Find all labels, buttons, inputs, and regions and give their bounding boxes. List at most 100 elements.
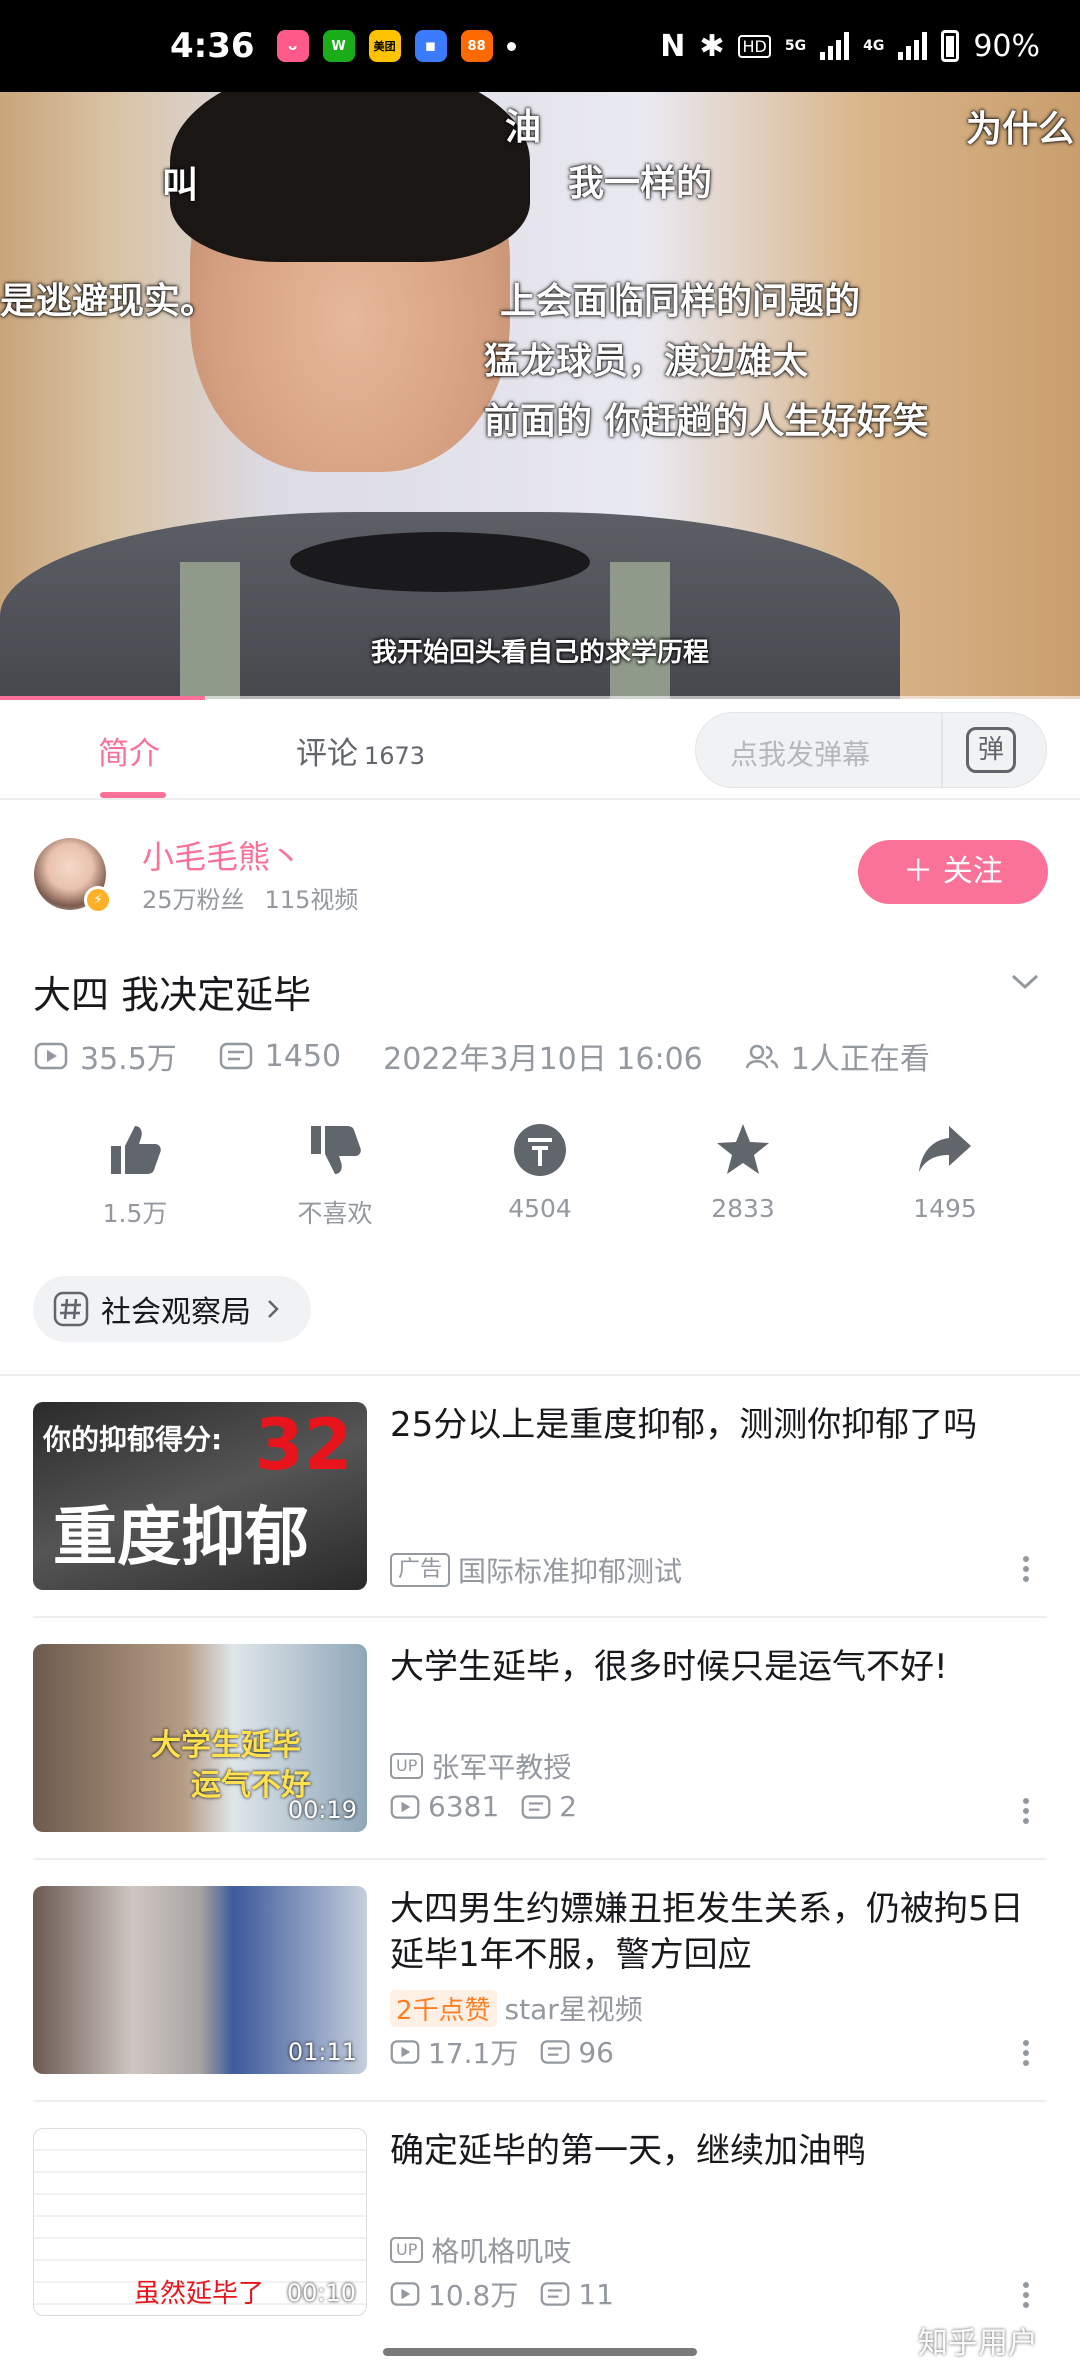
danmaku-text: 上会面临同样的问题的 (500, 281, 861, 322)
danmaku-input-divider (941, 713, 943, 789)
notification-dot-icon (506, 41, 516, 51)
follow-button[interactable]: ＋ 关注 (858, 840, 1048, 904)
dislike-button[interactable]: 不喜欢 (260, 1120, 410, 1230)
share-arrow-icon (919, 1126, 971, 1172)
view-count: 35.5万 (80, 1042, 177, 1077)
danmaku-toggle-icon[interactable]: 弹 (966, 727, 1016, 773)
related-title: 确定延毕的第一天，继续加油鸭 (390, 2131, 866, 2171)
video-frame-strap (180, 562, 240, 699)
signal-icon (820, 32, 850, 60)
play-count-icon (34, 1042, 68, 1070)
thumbnail-text: 大学生延毕 (151, 1728, 301, 1763)
tab-intro[interactable]: 简介 (98, 728, 160, 773)
danmaku-count-icon (541, 2040, 570, 2064)
up-badge: UP (390, 2237, 424, 2263)
related-danmaku: 96 (578, 2035, 614, 2069)
video-frame-strap (610, 562, 670, 699)
tab-comments[interactable]: 评论 1673 (296, 728, 425, 773)
wechat-icon: W (322, 30, 355, 62)
related-title: 大学生延毕，很多时候只是运气不好! (390, 1647, 948, 1687)
related-title: 大四男生约嫖嫌丑拒发生关系，仍被拘5日延毕1年不服，警方回应 (390, 1889, 1024, 1975)
video-title: 大四 我决定延毕 (33, 973, 312, 1017)
video-meta: 35.5万 1450 2022年3月10日 16:06 1人正在看 (34, 1034, 930, 1078)
up-badge: UP (390, 1753, 424, 1779)
topic-tag[interactable]: 社会观察局 (33, 1276, 311, 1342)
danmaku-count: 1450 (264, 1038, 342, 1074)
watching-count: 1人正在看 (790, 1042, 930, 1077)
video-duration: 00:19 (287, 1796, 357, 1824)
favorite-button[interactable]: 2833 (668, 1120, 818, 1223)
publish-date: 2022年3月10日 16:06 (383, 1042, 703, 1077)
danmaku-input[interactable]: 点我发弹幕 弹 (695, 712, 1047, 789)
danmaku-count-icon (521, 1794, 551, 1819)
thumbnail: 你的抑郁得分: 32 重度抑郁 (33, 1402, 367, 1590)
thumbnail-score: 32 (255, 1404, 353, 1486)
tab-active-indicator (100, 792, 166, 798)
home-indicator[interactable] (383, 2348, 697, 2356)
status-app-icons: ᴗ W 美团 ◼ 88 (276, 30, 493, 62)
nfc-icon: N (660, 28, 686, 64)
more-options-icon[interactable] (1020, 2278, 1032, 2318)
thumbs-up-icon (111, 1126, 161, 1174)
video-duration: 01:11 (287, 2038, 357, 2066)
thumbs-down-icon (311, 1126, 361, 1174)
app-icon-5: 88 (460, 30, 493, 62)
thumbnail-text: 虽然延毕了 (134, 2279, 265, 2309)
related-video[interactable]: 大学生延毕 运气不好 00:19 大学生延毕，很多时候只是运气不好! UP 张军… (0, 1644, 1080, 1884)
section-divider (0, 1374, 1080, 1376)
status-indicators: N ✱ HD 5G 4G 90% (660, 29, 1040, 64)
more-options-icon[interactable] (1020, 2036, 1032, 2076)
hd-icon: HD (738, 34, 771, 58)
thumbnail: 虽然延毕了 00:10 (33, 2128, 367, 2316)
video-frame-hair (170, 92, 530, 262)
related-danmaku: 11 (578, 2277, 614, 2311)
meituan-icon: 美团 (368, 30, 401, 62)
comment-count: 1673 (364, 742, 426, 770)
related-views: 17.1万 (428, 2037, 519, 2070)
thumbnail-text: 你的抑郁得分: (43, 1423, 223, 1456)
danmaku-count-icon (219, 1042, 253, 1070)
thumbnail-text: 重度抑郁 (53, 1501, 309, 1575)
related-author: 张军平教授 (431, 1751, 572, 1784)
play-count-icon (390, 2282, 420, 2306)
lightning-badge-icon: ⚡ (84, 886, 112, 914)
likes-badge: 2千点赞 (390, 1989, 497, 2027)
video-frame-collar (290, 532, 590, 592)
related-title: 25分以上是重度抑郁，测测你抑郁了吗 (390, 1405, 978, 1445)
related-author-row: UP 格叽格叽吱 (390, 2230, 571, 2270)
related-stats: 17.1万 96 (390, 2032, 614, 2072)
related-author: star星视频 (504, 1993, 643, 2026)
related-author-row: UP 张军平教授 (390, 1746, 571, 1786)
share-button[interactable]: 1495 (870, 1120, 1020, 1223)
danmaku-text: 是逃避现实。 (0, 281, 217, 322)
hashtag-icon (53, 1291, 89, 1327)
topic-tag-label: 社会观察局 (101, 1295, 251, 1330)
related-author-row: 广告 国际标准抑郁测试 (390, 1550, 682, 1590)
like-count: 1.5万 (102, 1199, 168, 1228)
share-count: 1495 (913, 1194, 977, 1223)
more-options-icon[interactable] (1020, 1552, 1032, 1592)
status-bar: 4:36 ᴗ W 美团 ◼ 88 N ✱ HD 5G 4G 90% (0, 0, 1080, 92)
related-video-ad[interactable]: 你的抑郁得分: 32 重度抑郁 25分以上是重度抑郁，测测你抑郁了吗 广告 国际… (0, 1402, 1080, 1642)
related-author: 国际标准抑郁测试 (458, 1555, 683, 1588)
list-divider (33, 1616, 1047, 1618)
coin-button[interactable]: 4504 (465, 1120, 615, 1223)
chevron-down-icon[interactable] (1010, 966, 1040, 996)
danmaku-text: 为什么 (966, 109, 1075, 150)
app-icon-1: ᴗ (276, 30, 309, 62)
like-button[interactable]: 1.5万 (60, 1120, 210, 1230)
status-time: 4:36 (170, 26, 255, 66)
play-count-icon (390, 1794, 420, 1819)
bluetooth-icon: ✱ (699, 28, 725, 64)
related-video[interactable]: 01:11 大四男生约嫖嫌丑拒发生关系，仍被拘5日延毕1年不服，警方回应 2千点… (0, 1886, 1080, 2126)
dislike-label: 不喜欢 (297, 1199, 373, 1228)
danmaku-text: 前面的 你赶趟的人生好好笑 (484, 401, 929, 442)
danmaku-text: 我一样的 (568, 163, 713, 204)
video-player[interactable]: 油 为什么 我一样的 叫 是逃避现实。 上会面临同样的问题的 猛龙球员，渡边雄太… (0, 92, 1080, 699)
watching-people-icon (745, 1044, 779, 1069)
uploader-videos: 115视频 (264, 886, 359, 914)
uploader-name[interactable]: 小毛毛熊丶 (142, 832, 302, 878)
play-count-icon (390, 2040, 420, 2064)
more-options-icon[interactable] (1020, 1794, 1032, 1834)
star-icon (717, 1124, 769, 1174)
